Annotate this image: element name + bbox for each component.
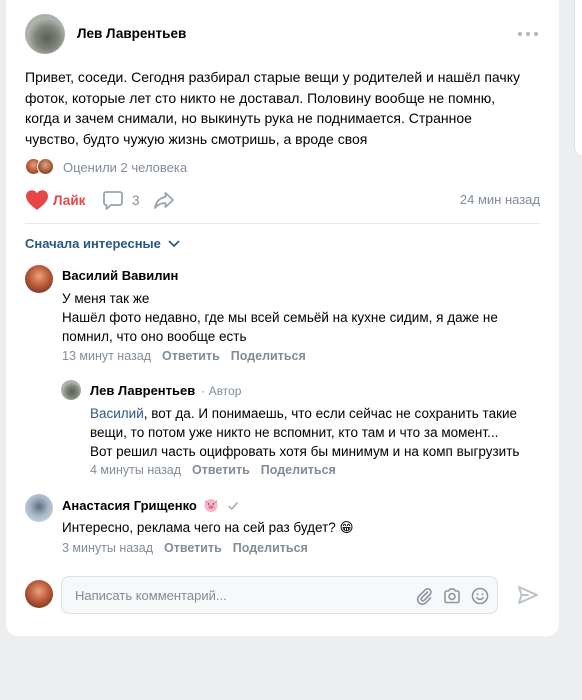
smile-icon[interactable] bbox=[470, 586, 490, 606]
commenter-name[interactable]: Василий Вавилин bbox=[62, 268, 178, 283]
author-badge: · Автор bbox=[201, 384, 242, 398]
paperclip-icon[interactable] bbox=[414, 586, 434, 606]
adjacent-card-edge bbox=[574, 0, 582, 155]
avatar bbox=[25, 580, 53, 608]
rated-count-text[interactable]: Оценили 2 человека bbox=[63, 160, 187, 175]
camera-icon[interactable] bbox=[442, 586, 462, 606]
reply-button[interactable]: Ответить bbox=[192, 463, 250, 477]
reply-button[interactable]: Ответить bbox=[164, 541, 222, 555]
commenter-avatar[interactable] bbox=[25, 494, 53, 522]
sort-label: Сначала интересные bbox=[25, 236, 161, 251]
rated-avatars[interactable] bbox=[25, 158, 57, 176]
post-actions: Лайк 3 24 мин назад bbox=[25, 187, 540, 213]
commenter-name: Лев Лаврентьев · Автор bbox=[90, 383, 241, 398]
comment-meta: 4 минуты назад Ответить Поделиться bbox=[90, 463, 336, 477]
reply-author-name[interactable]: Лев Лаврентьев bbox=[90, 383, 195, 398]
like-button[interactable]: Лайк bbox=[25, 187, 85, 213]
check-icon bbox=[228, 502, 238, 510]
commenter-avatar[interactable] bbox=[61, 380, 81, 400]
post-card: Лев Лаврентьев Привет, соседи. Сегодня р… bbox=[6, 0, 559, 636]
comment-time[interactable]: 4 минуты назад bbox=[90, 463, 181, 477]
avatar bbox=[37, 158, 54, 175]
post-time[interactable]: 24 мин назад bbox=[460, 192, 540, 207]
reply-text: , вот да. И понимаешь, что если сейчас н… bbox=[90, 406, 520, 459]
share-icon[interactable] bbox=[153, 189, 175, 211]
commenter-name: Анастасия Грищенко bbox=[62, 497, 239, 513]
heart-icon bbox=[26, 190, 48, 210]
comment-text: Василий, вот да. И понимаешь, что если с… bbox=[90, 404, 540, 461]
comment-button[interactable]: 3 bbox=[102, 187, 140, 213]
comment-time[interactable]: 13 минут назад bbox=[62, 349, 151, 363]
mention-link[interactable]: Василий bbox=[90, 406, 144, 421]
chevron-down-icon bbox=[168, 240, 180, 247]
comment-input-placeholder: Написать комментарий... bbox=[75, 588, 227, 603]
comment-text: У меня так же Нашёл фото недавно, где мы… bbox=[62, 291, 498, 344]
more-icon[interactable] bbox=[518, 26, 538, 42]
share-comment-button[interactable]: Поделиться bbox=[233, 541, 308, 555]
share-comment-button[interactable]: Поделиться bbox=[261, 463, 336, 477]
divider bbox=[25, 223, 540, 224]
comment-count: 3 bbox=[132, 192, 140, 208]
share-comment-button[interactable]: Поделиться bbox=[231, 349, 306, 363]
commenter-name-text[interactable]: Анастасия Грищенко bbox=[62, 498, 197, 513]
comments-sort-button[interactable]: Сначала интересные bbox=[25, 236, 180, 251]
comment-text: Интересно, реклама чего на сей раз будет… bbox=[62, 520, 354, 535]
comment-icon bbox=[103, 191, 123, 210]
comment-meta: 13 минут назад Ответить Поделиться bbox=[62, 349, 306, 363]
comment-input[interactable]: Написать комментарий... bbox=[61, 576, 498, 614]
pig-emoji-icon bbox=[204, 499, 218, 512]
comment-compose: Написать комментарий... bbox=[6, 570, 559, 620]
post-author-avatar[interactable] bbox=[25, 14, 65, 54]
comment-meta: 3 минуты назад Ответить Поделиться bbox=[62, 541, 308, 555]
reply-button[interactable]: Ответить bbox=[162, 349, 220, 363]
like-label: Лайк bbox=[53, 192, 86, 208]
post-author-name[interactable]: Лев Лаврентьев bbox=[77, 26, 186, 41]
comment-time[interactable]: 3 минуты назад bbox=[62, 541, 153, 555]
commenter-avatar[interactable] bbox=[25, 265, 53, 293]
post-text: Привет, соседи. Сегодня разбирал старые … bbox=[25, 69, 520, 147]
send-icon[interactable] bbox=[516, 583, 540, 607]
